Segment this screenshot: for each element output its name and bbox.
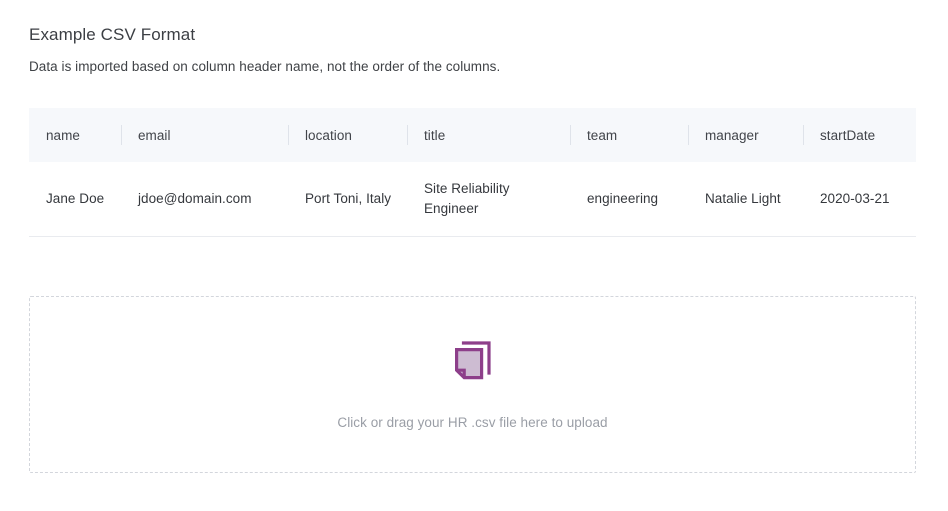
table-row: Jane Doe jdoe@domain.com Port Toni, Ital… — [29, 162, 916, 237]
table-header: name email location title team — [29, 108, 916, 162]
column-header-label: manager — [705, 128, 759, 143]
example-csv-table: name email location title team — [29, 108, 916, 237]
column-header-team: team — [570, 108, 688, 162]
column-divider — [121, 125, 122, 145]
page-title: Example CSV Format — [29, 24, 919, 46]
cell-manager: Natalie Light — [688, 162, 803, 237]
column-divider — [288, 125, 289, 145]
table-header-row: name email location title team — [29, 108, 916, 162]
column-header-title: title — [407, 108, 570, 162]
column-header-label: location — [305, 128, 352, 143]
cell-name: Jane Doe — [29, 162, 121, 237]
column-header-startdate: startDate — [803, 108, 916, 162]
column-header-email: email — [121, 108, 288, 162]
column-header-label: title — [424, 128, 445, 143]
column-divider — [688, 125, 689, 145]
cell-startdate: 2020-03-21 — [803, 162, 916, 237]
cell-title: Site Reliability Engineer — [407, 162, 570, 237]
column-header-label: email — [138, 128, 171, 143]
cell-location: Port Toni, Italy — [288, 162, 407, 237]
column-divider — [407, 125, 408, 145]
table-body: Jane Doe jdoe@domain.com Port Toni, Ital… — [29, 162, 916, 237]
csv-import-panel: Example CSV Format Data is imported base… — [0, 0, 948, 511]
cell-email: jdoe@domain.com — [121, 162, 288, 237]
copy-documents-icon — [452, 338, 494, 382]
csv-upload-dropzone[interactable]: Click or drag your HR .csv file here to … — [29, 296, 916, 473]
column-divider — [570, 125, 571, 145]
dropzone-label: Click or drag your HR .csv file here to … — [337, 414, 607, 432]
column-header-manager: manager — [688, 108, 803, 162]
column-header-label: team — [587, 128, 617, 143]
section-description: Data is imported based on column header … — [29, 46, 919, 76]
column-header-location: location — [288, 108, 407, 162]
column-header-label: startDate — [820, 128, 875, 143]
cell-team: engineering — [570, 162, 688, 237]
column-divider — [803, 125, 804, 145]
section-heading-block: Example CSV Format Data is imported base… — [29, 24, 919, 76]
column-header-label: name — [46, 128, 80, 143]
column-header-name: name — [29, 108, 121, 162]
